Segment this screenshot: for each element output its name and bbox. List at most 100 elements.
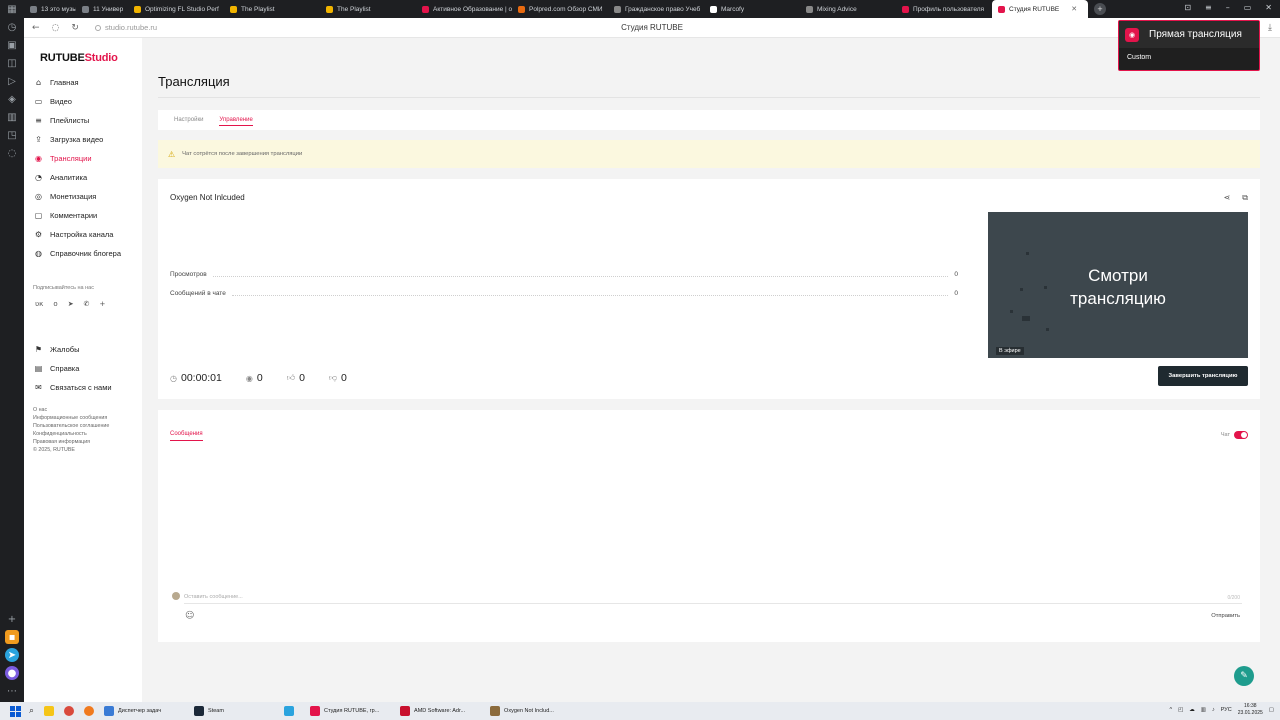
ok-icon[interactable]: о	[53, 300, 57, 308]
rutube-studio-logo[interactable]: RUTUBEStudio	[40, 52, 118, 64]
browser-tab[interactable]: 13 это музыка	[24, 0, 76, 18]
sidebar-item-analytics[interactable]: ◔ Аналитика	[34, 168, 142, 187]
share-icon[interactable]: ⋖	[1224, 193, 1231, 203]
tray-lang[interactable]: РУС	[1221, 707, 1232, 713]
chat-toggle[interactable]	[1234, 431, 1248, 439]
tray-clock[interactable]: 16:38 23.01.2025	[1238, 703, 1263, 717]
minimize-icon[interactable]: –	[1226, 3, 1230, 12]
chat-message-input[interactable]	[184, 591, 1242, 604]
taskbar-app[interactable]: Диспетчер задач	[104, 706, 184, 716]
back-icon[interactable]: ←	[32, 23, 40, 33]
tab-label: The Playlist	[241, 5, 275, 13]
rail-more-icon[interactable]: ⋯	[5, 684, 19, 698]
rail-history-icon[interactable]: ◷	[5, 20, 19, 34]
footer-link[interactable]: О нас	[33, 406, 109, 414]
footer-link[interactable]: Правовая информация	[33, 438, 109, 446]
emoji-icon[interactable]: ☺	[185, 611, 194, 621]
taskbar-app[interactable]: Steam	[194, 706, 274, 716]
sidebar-item-gear[interactable]: ⚙ Настройка канала	[34, 225, 142, 244]
url-field[interactable]: studio.rutube.ru	[94, 23, 157, 32]
browser-tab[interactable]: Активное Образование | о	[416, 0, 512, 18]
support-chat-icon[interactable]: ✎	[1234, 666, 1254, 686]
close-tab-icon[interactable]: ✕	[1071, 5, 1077, 13]
tray-chevron-icon[interactable]: ^	[1170, 707, 1173, 713]
tab-management[interactable]: Управление	[219, 117, 253, 126]
browser-tab[interactable]: Marcofy	[704, 0, 800, 18]
tray-sync-icon[interactable]: ☁	[1189, 707, 1195, 713]
footer-link[interactable]: Пользовательское соглашение	[33, 422, 109, 430]
footer-link[interactable]: Информационные сообщения	[33, 414, 109, 422]
taskbar-browser[interactable]	[84, 706, 95, 716]
chat-card: Сообщения Чат 0/200 ☺ Отправить	[158, 410, 1260, 642]
window-controls: ⊡ ≡ – ▭ ✕	[1184, 3, 1272, 12]
open-external-icon[interactable]: ⧉	[1242, 193, 1248, 203]
tray-app-icon[interactable]: ◰	[1178, 707, 1183, 713]
rail-notes-icon[interactable]: ▥	[5, 110, 19, 124]
rail-settings-icon[interactable]: ◌	[5, 146, 19, 160]
sidebar-item-video[interactable]: ▭ Видео	[34, 92, 142, 111]
reload-icon[interactable]: ↻	[71, 23, 79, 33]
browser-tab[interactable]: Optimizing FL Studio Perf	[128, 0, 224, 18]
forward-icon[interactable]: ◌	[52, 23, 60, 33]
sidebar-item-flag[interactable]: ⚑ Жалобы	[34, 340, 142, 359]
end-stream-button[interactable]: Завершить трансляцию	[1158, 366, 1248, 386]
rail-telegram-icon[interactable]: ➤	[5, 648, 19, 662]
sidebar-item-comment[interactable]: ▢ Комментарии	[34, 206, 142, 225]
maximize-icon[interactable]: ▭	[1244, 3, 1252, 12]
rail-messenger-icon[interactable]: ●	[5, 666, 19, 680]
sidebar-item-label: Жалобы	[50, 345, 80, 354]
sidebar-item-guide[interactable]: ◍ Справочник блогера	[34, 244, 142, 263]
taskbar-app[interactable]: Oxygen Not Includ...	[490, 706, 570, 716]
browser-tab[interactable]: Студия RUTUBE ✕	[992, 0, 1088, 18]
rail-player-icon[interactable]: ▷	[5, 74, 19, 88]
vk-icon[interactable]: ʋк	[35, 300, 43, 308]
rail-downloads-icon[interactable]: ◳	[5, 128, 19, 142]
sidebar-item-upload[interactable]: ⇪ Загрузка видео	[34, 130, 142, 149]
browser-tab[interactable]: Polpred.com Обзор СМИ	[512, 0, 608, 18]
send-button[interactable]: Отправить	[1211, 613, 1240, 619]
rail-bookmarks-icon[interactable]: ▣	[5, 38, 19, 52]
rail-menu-icon[interactable]: ▦	[5, 2, 19, 16]
taskbar-app[interactable]: AMD Software: Adr...	[400, 706, 480, 716]
footer-link[interactable]: Конфиденциальность	[33, 430, 109, 438]
rail-screenshot-icon[interactable]: ◈	[5, 92, 19, 106]
sidebar-item-playlist[interactable]: ≡ Плейлисты	[34, 111, 142, 130]
likes-value: 0	[299, 372, 305, 384]
search-icon[interactable]: ⌕	[29, 706, 34, 716]
telegram-icon[interactable]: ➤	[68, 300, 74, 308]
tab-settings[interactable]: Настройки	[174, 117, 203, 123]
sidebar-item-home[interactable]: ⌂ Главная	[34, 73, 142, 92]
sidebar-item-label: Монетизация	[50, 192, 97, 201]
sidebar-item-broadcast[interactable]: ◉ Трансляции	[34, 149, 142, 168]
plus-icon[interactable]: +	[99, 300, 105, 308]
browser-tab[interactable]: The Playlist	[224, 0, 320, 18]
rail-app-icon[interactable]: ▪	[5, 630, 19, 644]
tray-network-icon[interactable]: ▥	[1201, 707, 1206, 713]
browser-tab[interactable]: Гражданское право Учеб	[608, 0, 704, 18]
browser-tab[interactable]: Mixing Advice	[800, 0, 896, 18]
sidebar-item-money[interactable]: ◎ Монетизация	[34, 187, 142, 206]
rail-collections-icon[interactable]: ◫	[5, 56, 19, 70]
notifications-icon[interactable]: ▢	[1269, 707, 1274, 713]
download-icon[interactable]: ⤓	[1268, 23, 1272, 33]
browser-tab[interactable]: 11 Универ	[76, 0, 128, 18]
rail-add-icon[interactable]: +	[5, 612, 19, 626]
tab-messages[interactable]: Сообщения	[170, 431, 203, 441]
taskbar-app[interactable]: Студия RUTUBE, гр...	[310, 706, 390, 716]
browser-menu-icon[interactable]: ≡	[1205, 3, 1212, 12]
sidebar-item-mail[interactable]: ✉ Связаться с нами	[34, 378, 142, 397]
taskbar-explorer[interactable]	[44, 706, 55, 716]
taskbar-app-1[interactable]	[64, 706, 75, 716]
taskbar-app[interactable]	[284, 706, 300, 716]
sidebar-item-help[interactable]: ▤ Справка	[34, 359, 142, 378]
viber-icon[interactable]: ✆	[84, 300, 90, 308]
new-tab-icon[interactable]: +	[1094, 3, 1106, 15]
browser-tab[interactable]: Профиль пользователя	[896, 0, 992, 18]
stream-preview[interactable]: Смотри трансляцию В эфире	[988, 212, 1248, 358]
browser-tab[interactable]: The Playlist	[320, 0, 416, 18]
live-stream-popup[interactable]: ◉ Прямая трансляция Custom	[1118, 20, 1260, 71]
close-window-icon[interactable]: ✕	[1265, 3, 1272, 12]
start-icon[interactable]	[10, 705, 21, 717]
tabs-overview-icon[interactable]: ⊡	[1184, 3, 1191, 12]
tray-volume-icon[interactable]: ♪	[1212, 707, 1215, 713]
